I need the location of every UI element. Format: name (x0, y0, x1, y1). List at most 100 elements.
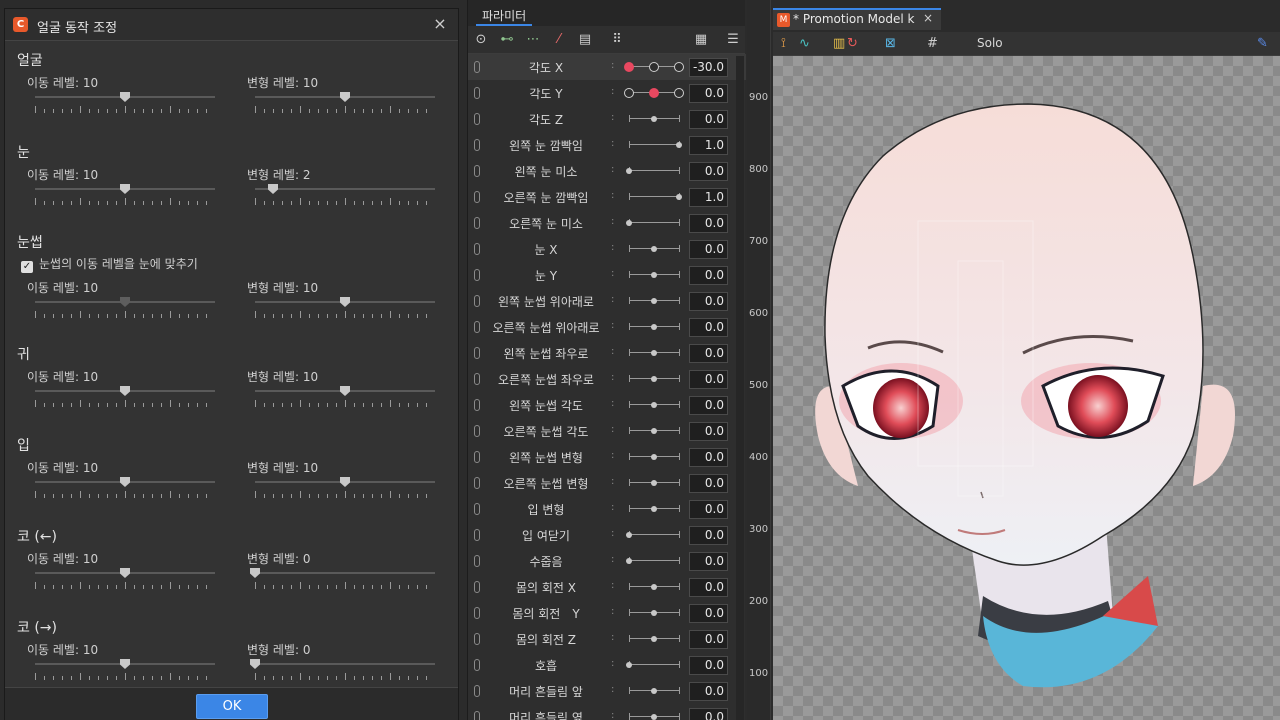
move-level-slider[interactable] (35, 477, 215, 503)
match-brow-to-eye-checkbox-row[interactable]: ✓ 눈썹의 이동 레벨을 눈에 맞추기 (21, 255, 198, 273)
drag-dots-icon[interactable]: : (611, 294, 614, 305)
slider-thumb[interactable] (250, 568, 260, 578)
parameter-value-field[interactable]: 0.0 (689, 370, 728, 389)
parameter-value-field[interactable]: 1.0 (689, 136, 728, 155)
parameter-slider-knob[interactable] (651, 350, 657, 356)
parameter-row[interactable]: 각도 X: -30.0 (468, 54, 746, 80)
drag-dots-icon[interactable]: : (611, 632, 614, 643)
parameter-row[interactable]: 각도 Z: 0.0 (468, 106, 746, 132)
move-level-slider[interactable] (35, 92, 215, 118)
drag-dots-icon[interactable]: : (611, 60, 614, 71)
move-level-slider[interactable] (35, 184, 215, 210)
link-handle-icon[interactable] (474, 451, 480, 463)
link-handle-icon[interactable] (474, 477, 480, 489)
parameter-row[interactable]: 수줍음: 0.0 (468, 548, 746, 574)
parameter-slider-knob[interactable] (651, 116, 657, 122)
grid-icon[interactable]: ⠿ (608, 31, 626, 49)
clipboard-icon[interactable]: ▦ (692, 31, 710, 49)
parameter-slider-track[interactable] (629, 196, 679, 197)
slider-thumb[interactable] (120, 297, 130, 307)
parameter-value-field[interactable]: 0.0 (689, 578, 728, 597)
parameter-row[interactable]: 왼쪽 눈썹 위아래로: 0.0 (468, 288, 746, 314)
parameter-value-field[interactable]: 0.0 (689, 422, 728, 441)
drag-dots-icon[interactable]: : (611, 606, 614, 617)
move-level-slider[interactable] (35, 568, 215, 594)
slider-thumb[interactable] (340, 92, 350, 102)
parameter-value-field[interactable]: 0.0 (689, 552, 728, 571)
link-handle-icon[interactable] (474, 87, 480, 99)
drag-dots-icon[interactable]: : (611, 684, 614, 695)
parameters-scrollbar[interactable] (736, 56, 744, 720)
drag-dots-icon[interactable]: : (611, 372, 614, 383)
parameter-row[interactable]: 머리 흔들림 옆: 0.0 (468, 704, 746, 720)
drag-dots-icon[interactable]: : (611, 320, 614, 331)
parameter-row[interactable]: 오른쪽 눈썹 좌우로: 0.0 (468, 366, 746, 392)
drag-dots-icon[interactable]: : (611, 268, 614, 279)
parameter-slider-track[interactable] (629, 222, 679, 223)
link-handle-icon[interactable] (474, 633, 480, 645)
drag-dots-icon[interactable]: : (611, 138, 614, 149)
ok-button[interactable]: OK (196, 694, 268, 719)
parameter-row[interactable]: 왼쪽 눈 미소: 0.0 (468, 158, 746, 184)
link-handle-icon[interactable] (474, 217, 480, 229)
add-keyform-icon[interactable]: ⊷ (498, 31, 516, 49)
grid-toggle-icon[interactable]: # (927, 35, 938, 53)
parameter-row[interactable]: 왼쪽 눈썹 좌우로: 0.0 (468, 340, 746, 366)
curve-icon[interactable]: ∿ (799, 35, 810, 53)
parameter-slider-knob[interactable] (651, 506, 657, 512)
slider-thumb[interactable] (120, 659, 130, 669)
parameter-value-field[interactable]: 0.0 (689, 266, 728, 285)
solo-toggle[interactable]: Solo (977, 36, 1003, 50)
move-level-slider[interactable] (35, 297, 215, 323)
link-handle-icon[interactable] (474, 243, 480, 255)
deform-level-slider[interactable] (255, 184, 435, 210)
parameter-value-field[interactable]: 0.0 (689, 630, 728, 649)
link-handle-icon[interactable] (474, 659, 480, 671)
parameter-row[interactable]: 입 여닫기: 0.0 (468, 522, 746, 548)
drag-dots-icon[interactable]: : (611, 190, 614, 201)
parameter-value-field[interactable]: 0.0 (689, 318, 728, 337)
blend-shape-icon[interactable]: ▤ (576, 31, 594, 49)
deform-level-slider[interactable] (255, 477, 435, 503)
parameter-row[interactable]: 왼쪽 눈 깜빡임: 1.0 (468, 132, 746, 158)
drag-dots-icon[interactable]: : (611, 216, 614, 227)
slider-thumb[interactable] (120, 184, 130, 194)
drag-dots-icon[interactable]: : (611, 554, 614, 565)
link-handle-icon[interactable] (474, 269, 480, 281)
parameter-row[interactable]: 입 변형: 0.0 (468, 496, 746, 522)
parameter-row[interactable]: 몸의 회전 Z: 0.0 (468, 626, 746, 652)
parameter-slider-knob[interactable] (651, 714, 657, 720)
slider-thumb[interactable] (340, 386, 350, 396)
parameter-slider-knob[interactable] (651, 428, 657, 434)
move-level-slider[interactable] (35, 386, 215, 412)
parameter-slider-knob[interactable] (626, 532, 632, 538)
parameter-row[interactable]: 눈 Y: 0.0 (468, 262, 746, 288)
parameter-row[interactable]: 왼쪽 눈썹 변형: 0.0 (468, 444, 746, 470)
tab-parameters[interactable]: 파라미터 (476, 4, 533, 26)
model-canvas[interactable] (773, 56, 1280, 720)
parameter-slider-track[interactable] (629, 560, 679, 561)
keyform-point[interactable] (624, 88, 634, 98)
parameter-value-field[interactable]: 0.0 (689, 214, 728, 233)
document-close-icon[interactable]: × (923, 11, 933, 25)
link-handle-icon[interactable] (474, 503, 480, 515)
delete-keyform-icon[interactable]: ⁄ (550, 31, 568, 49)
link-handle-icon[interactable] (474, 373, 480, 385)
parameter-slider-knob[interactable] (651, 402, 657, 408)
link-handle-icon[interactable] (474, 295, 480, 307)
drag-dots-icon[interactable]: : (611, 424, 614, 435)
parameter-value-field[interactable]: 0.0 (689, 604, 728, 623)
link-handle-icon[interactable] (474, 139, 480, 151)
drag-dots-icon[interactable]: : (611, 242, 614, 253)
link-handle-icon[interactable] (474, 113, 480, 125)
menu-icon[interactable]: ☰ (724, 31, 742, 49)
parameter-row[interactable]: 몸의 회전 Y: 0.0 (468, 600, 746, 626)
keyform-point[interactable] (674, 62, 684, 72)
deform-level-slider[interactable] (250, 568, 435, 594)
drag-dots-icon[interactable]: : (611, 398, 614, 409)
parameter-slider-knob[interactable] (626, 558, 632, 564)
drag-dots-icon[interactable]: : (611, 112, 614, 123)
parameter-slider-knob[interactable] (626, 662, 632, 668)
parameter-slider-knob[interactable] (676, 142, 682, 148)
deformer-icon[interactable]: ▥ (833, 35, 845, 53)
